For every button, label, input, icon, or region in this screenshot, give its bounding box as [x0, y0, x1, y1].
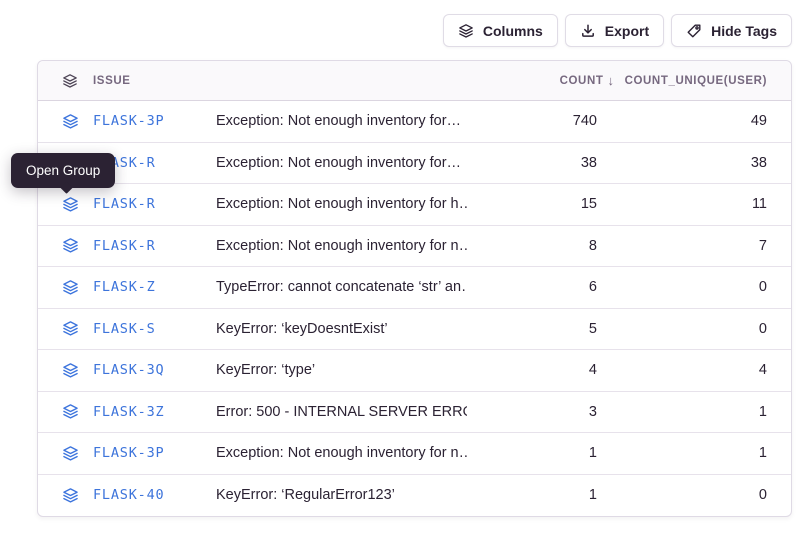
open-group-icon[interactable] [62, 279, 79, 296]
issue-cell: FLASK-3P [62, 445, 216, 462]
issue-link[interactable]: FLASK-3P [93, 113, 164, 129]
issue-title: Exception: Not enough inventory for h… [216, 196, 467, 212]
issue-title: Exception: Not enough inventory for n… [216, 445, 467, 461]
count-unique-value: 1 [597, 404, 767, 420]
open-group-tooltip-label: Open Group [26, 163, 100, 178]
count-unique-value: 0 [597, 321, 767, 337]
table-row: FLASK-3Z Error: 500 - INTERNAL SERVER ER… [38, 392, 791, 434]
open-group-tooltip: Open Group [11, 153, 115, 188]
issue-link[interactable]: FLASK-Z [93, 279, 156, 295]
count-value: 15 [467, 196, 597, 212]
issue-link[interactable]: FLASK-R [93, 196, 156, 212]
open-group-icon[interactable] [62, 320, 79, 337]
hide-tags-button[interactable]: Hide Tags [671, 14, 792, 47]
tag-icon [686, 23, 702, 39]
issue-cell: FLASK-Z [62, 279, 216, 296]
count-unique-value: 38 [597, 155, 767, 171]
count-unique-value: 49 [597, 113, 767, 129]
issue-title: KeyError: ‘keyDoesntExist’ [216, 321, 467, 337]
count-value: 1 [467, 487, 597, 503]
issue-cell: FLASK-3P [62, 113, 216, 130]
issue-cell: FLASK-R [62, 237, 216, 254]
issue-link[interactable]: FLASK-3P [93, 445, 164, 461]
count-value: 4 [467, 362, 597, 378]
issue-link[interactable]: FLASK-3Z [93, 404, 164, 420]
issues-table: ISSUE COUNT ↓ COUNT_UNIQUE(USER) FLASK-3… [37, 60, 792, 517]
export-button[interactable]: Export [565, 14, 664, 47]
export-button-label: Export [605, 23, 649, 39]
open-group-icon[interactable] [62, 362, 79, 379]
stack-icon [458, 23, 474, 39]
table-row: FLASK-3P Exception: Not enough inventory… [38, 101, 791, 143]
columns-button[interactable]: Columns [443, 14, 558, 47]
open-group-icon[interactable] [62, 445, 79, 462]
issue-cell: FLASK-3Q [62, 362, 216, 379]
count-unique-column-label: COUNT_UNIQUE(USER) [625, 75, 767, 87]
issue-title: KeyError: ‘type’ [216, 362, 467, 378]
table-row: FLASK-R Exception: Not enough inventory … [38, 226, 791, 268]
count-unique-value: 4 [597, 362, 767, 378]
issue-link[interactable]: FLASK-3Q [93, 362, 164, 378]
issue-link[interactable]: FLASK-S [93, 321, 156, 337]
issue-cell: FLASK-S [62, 320, 216, 337]
open-group-icon[interactable] [62, 487, 79, 504]
table-row: FLASK-R Exception: Not enough inventory … [38, 143, 791, 185]
stack-icon [62, 73, 78, 89]
issue-link[interactable]: FLASK-40 [93, 487, 164, 503]
issue-title: Exception: Not enough inventory for… [216, 113, 467, 129]
table-row: FLASK-S KeyError: ‘keyDoesntExist’ 5 0 [38, 309, 791, 351]
count-value: 6 [467, 279, 597, 295]
issue-title: Exception: Not enough inventory for n… [216, 238, 467, 254]
count-value: 3 [467, 404, 597, 420]
issue-cell: FLASK-40 [62, 487, 216, 504]
count-unique-value: 0 [597, 487, 767, 503]
open-group-icon[interactable] [62, 237, 79, 254]
count-value: 5 [467, 321, 597, 337]
count-unique-value: 0 [597, 279, 767, 295]
hide-tags-button-label: Hide Tags [711, 23, 777, 39]
count-value: 1 [467, 445, 597, 461]
columns-button-label: Columns [483, 23, 543, 39]
issue-cell: FLASK-3Z [62, 403, 216, 420]
table-row: FLASK-3Q KeyError: ‘type’ 4 4 [38, 350, 791, 392]
open-group-icon[interactable] [62, 113, 79, 130]
open-group-icon[interactable] [62, 196, 79, 213]
table-row: FLASK-Z TypeError: cannot concatenate ‘s… [38, 267, 791, 309]
table-body: FLASK-3P Exception: Not enough inventory… [38, 101, 791, 516]
issue-title: KeyError: ‘RegularError123’ [216, 487, 467, 503]
count-value: 740 [467, 113, 597, 129]
issue-column-header[interactable]: ISSUE [62, 73, 216, 89]
table-row: FLASK-40 KeyError: ‘RegularError123’ 1 0 [38, 475, 791, 517]
count-unique-column-header[interactable]: COUNT_UNIQUE(USER) [597, 75, 767, 87]
download-icon [580, 23, 596, 39]
open-group-icon[interactable] [62, 403, 79, 420]
count-unique-value: 7 [597, 238, 767, 254]
table-row: FLASK-R Exception: Not enough inventory … [38, 184, 791, 226]
toolbar: Columns Export Hide Tags [443, 14, 792, 47]
issue-title: Error: 500 - INTERNAL SERVER ERROR [216, 404, 467, 420]
table-row: FLASK-3P Exception: Not enough inventory… [38, 433, 791, 475]
count-value: 38 [467, 155, 597, 171]
count-unique-value: 1 [597, 445, 767, 461]
count-column-header[interactable]: COUNT ↓ [467, 73, 597, 88]
count-value: 8 [467, 238, 597, 254]
issue-link[interactable]: FLASK-R [93, 238, 156, 254]
count-unique-value: 11 [597, 196, 767, 212]
issue-title: TypeError: cannot concatenate ‘str’ an… [216, 279, 467, 295]
issue-title: Exception: Not enough inventory for… [216, 155, 467, 171]
issue-column-label: ISSUE [93, 75, 131, 87]
issue-cell: FLASK-R [62, 196, 216, 213]
table-header-row: ISSUE COUNT ↓ COUNT_UNIQUE(USER) [38, 61, 791, 101]
